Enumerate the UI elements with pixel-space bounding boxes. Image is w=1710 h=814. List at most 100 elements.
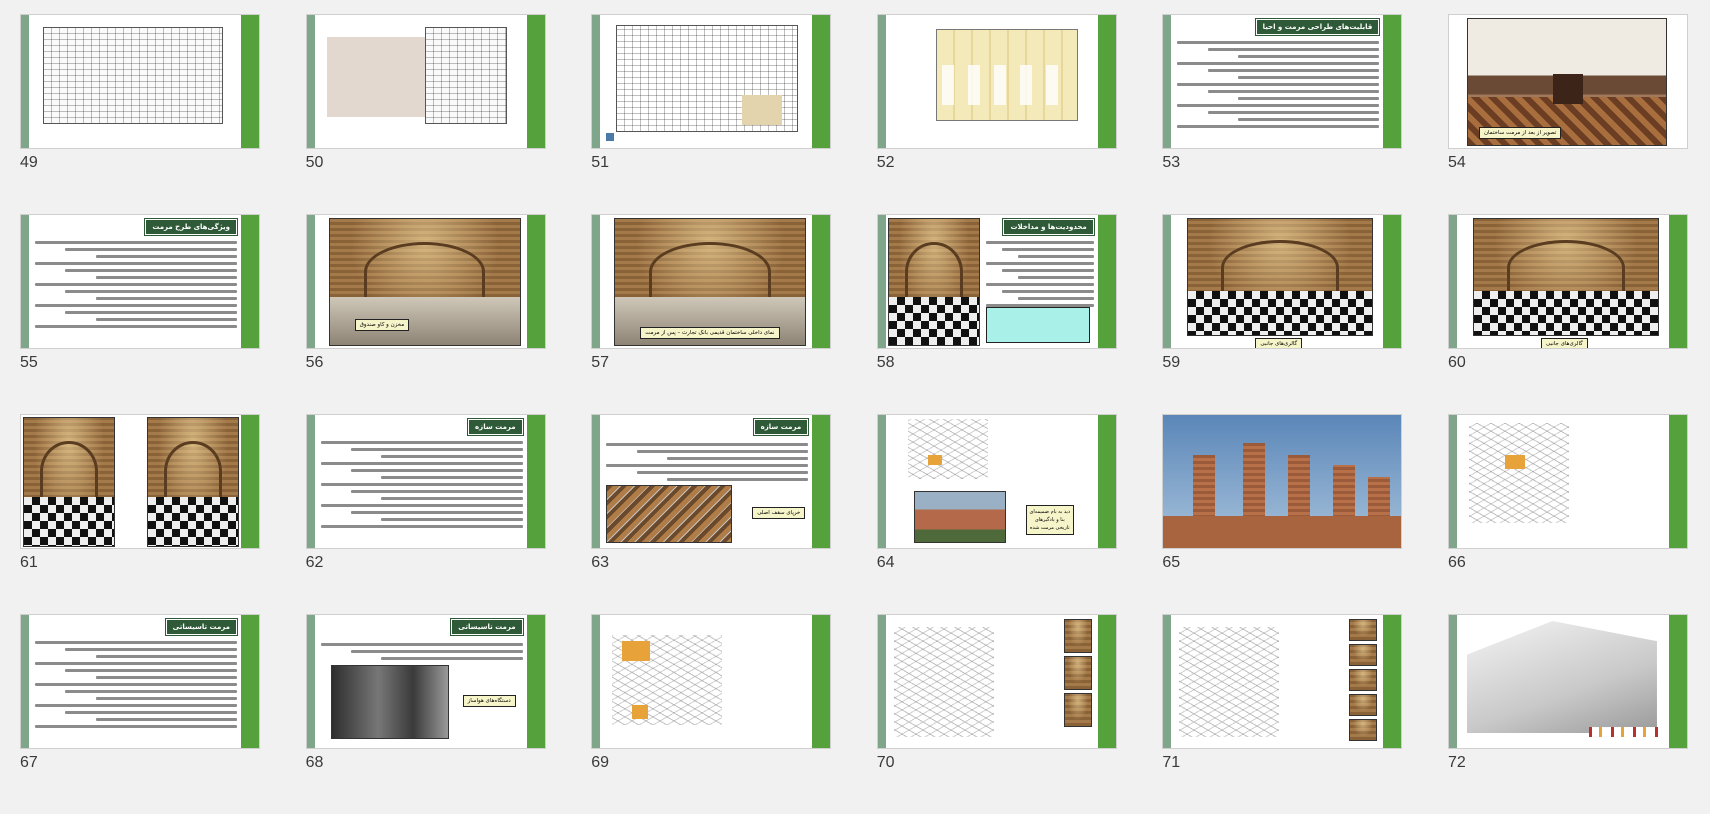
text-line	[65, 690, 237, 693]
slide-thumbnail-54[interactable]: تصویر از بعد از مرمت ساختمان 54	[1447, 14, 1688, 214]
slide-thumbnail-52[interactable]: 52	[876, 14, 1117, 214]
slide-thumbnail-62[interactable]: مرمت سازه 62	[305, 414, 546, 614]
slide-thumbnail-67[interactable]: مرمت تاسیساتی 67	[20, 614, 260, 814]
slide-thumbnail-65[interactable]: 65	[1162, 414, 1403, 614]
highlight	[1504, 455, 1525, 469]
text-line	[95, 255, 237, 258]
slide-preview[interactable]: قابلیت‌های طراحی مرمت و احیا	[1162, 14, 1403, 149]
text-line	[65, 290, 237, 293]
slide-preview[interactable]	[20, 14, 260, 149]
slide-thumbnail-63[interactable]: مرمت سازه خرپای سقف اصلی 63	[591, 414, 832, 614]
text-line	[985, 283, 1094, 286]
text-line	[350, 650, 523, 653]
slide-title: مرمت سازه	[753, 419, 809, 435]
floor-plan-drawing	[43, 27, 223, 124]
text-line	[95, 276, 237, 279]
slide-thumbnail-69[interactable]: 69	[591, 614, 832, 814]
slide-thumbnail-71[interactable]: 71	[1162, 614, 1403, 814]
slide-caption: خرپای سقف اصلی	[752, 507, 806, 519]
slide-thumbnail-68[interactable]: مرمت تاسیساتی دستگاه‌های هواساز 68	[305, 614, 546, 814]
slide-preview[interactable]: دید به بام ضمیمه‌ای بنا و بادگیرهای تاری…	[876, 414, 1117, 549]
text-line	[636, 450, 809, 453]
slide-photo	[1163, 415, 1402, 548]
text-line	[320, 483, 523, 486]
slide-thumbnail-51[interactable]: 51	[591, 14, 832, 214]
slide-text-block	[35, 237, 237, 332]
slide-thumbnail-53[interactable]: قابلیت‌های طراحی مرمت و احیا 53	[1162, 14, 1403, 214]
text-line	[1177, 104, 1380, 107]
slide-preview[interactable]: تصویر از بعد از مرمت ساختمان	[1447, 14, 1688, 149]
slide-number: 61	[20, 554, 38, 571]
slide-text-block	[320, 639, 523, 664]
slide-number: 68	[305, 754, 324, 771]
text-line	[1207, 90, 1380, 93]
vault-arch	[904, 241, 963, 302]
text-line	[350, 469, 523, 472]
floor	[888, 297, 979, 345]
slide-preview[interactable]: گالری‌های جانبی	[1447, 214, 1688, 349]
text-line	[1177, 125, 1380, 128]
text-line	[35, 304, 237, 307]
text-line	[381, 455, 523, 458]
slide-preview[interactable]	[876, 14, 1117, 149]
text-line	[320, 504, 523, 507]
text-line	[1018, 255, 1094, 258]
slide-number: 69	[591, 754, 609, 771]
text-line	[35, 325, 237, 328]
slide-thumbnail-56[interactable]: مخزن و کاو صندوق 56	[305, 214, 546, 414]
highlight	[632, 705, 649, 719]
slide-preview[interactable]	[591, 14, 832, 149]
text-line	[95, 676, 237, 679]
arch-row	[941, 65, 1070, 105]
slide-thumbnail-60[interactable]: گالری‌های جانبی 60	[1447, 214, 1688, 414]
slide-number: 54	[1447, 154, 1466, 171]
slide-preview[interactable]	[1162, 414, 1403, 549]
slide-number: 59	[1162, 354, 1181, 371]
slide-preview[interactable]: محدودیت‌ها و مداخلات	[876, 214, 1117, 349]
slide-thumbnail-49[interactable]: 49	[20, 14, 260, 214]
slide-preview[interactable]: ویژگی‌های طرح مرمت	[20, 214, 260, 349]
logo-mark	[606, 133, 615, 141]
slide-preview[interactable]: مخزن و کاو صندوق	[305, 214, 546, 349]
slide-preview[interactable]	[591, 614, 832, 749]
slide-preview[interactable]	[1447, 614, 1688, 749]
slide-photo	[887, 218, 980, 346]
floor	[1188, 290, 1373, 335]
slide-preview[interactable]	[305, 14, 546, 149]
slide-thumbnail-61[interactable]: 61	[20, 414, 260, 614]
slide-caption: گالری‌های جانبی	[1255, 338, 1303, 348]
slide-thumbnail-57[interactable]: نمای داخلی ساختمان قدیمی بانک تجارت – پس…	[591, 214, 832, 414]
slide-thumbnail-70[interactable]: 70	[876, 614, 1117, 814]
slide-thumbnail-50[interactable]: 50	[305, 14, 546, 214]
hatched-zone	[742, 95, 783, 125]
text-line	[1207, 69, 1380, 72]
slide-preview[interactable]: مرمت سازه خرپای سقف اصلی	[591, 414, 832, 549]
slide-preview[interactable]	[1447, 414, 1688, 549]
text-line	[320, 462, 523, 465]
slide-thumbnail-58[interactable]: محدودیت‌ها و مداخلات 58	[876, 214, 1117, 414]
floor	[148, 497, 238, 546]
vault-arch	[40, 441, 98, 502]
axonometric-drawing	[907, 419, 988, 479]
slide-photo	[1063, 693, 1092, 727]
slide-thumbnail-55[interactable]: ویژگی‌های طرح مرمت 55	[20, 214, 260, 414]
slide-thumbnail-59[interactable]: گالری‌های جانبی 59	[1162, 214, 1403, 414]
slide-photo	[1349, 669, 1378, 691]
slide-photo	[1472, 218, 1659, 336]
axonometric-drawing	[1179, 627, 1280, 737]
slide-thumbnail-72[interactable]: 72	[1447, 614, 1688, 814]
axonometric-drawing	[1468, 423, 1569, 523]
slide-preview[interactable]: مرمت تاسیساتی دستگاه‌های هواساز	[305, 614, 546, 749]
highlight-box	[985, 307, 1090, 343]
slide-preview[interactable]: مرمت تاسیساتی	[20, 614, 260, 749]
slide-preview[interactable]	[1162, 614, 1403, 749]
slide-preview[interactable]: مرمت سازه	[305, 414, 546, 549]
slide-caption: گالری‌های جانبی	[1540, 338, 1588, 348]
slide-thumbnail-64[interactable]: دید به بام ضمیمه‌ای بنا و بادگیرهای تاری…	[876, 414, 1117, 614]
slide-preview[interactable]: نمای داخلی ساختمان قدیمی بانک تجارت – پس…	[591, 214, 832, 349]
slide-preview[interactable]	[876, 614, 1117, 749]
slide-preview[interactable]: گالری‌های جانبی	[1162, 214, 1403, 349]
building-render	[1466, 621, 1657, 733]
slide-preview[interactable]	[20, 414, 260, 549]
slide-thumbnail-66[interactable]: 66	[1447, 414, 1688, 614]
